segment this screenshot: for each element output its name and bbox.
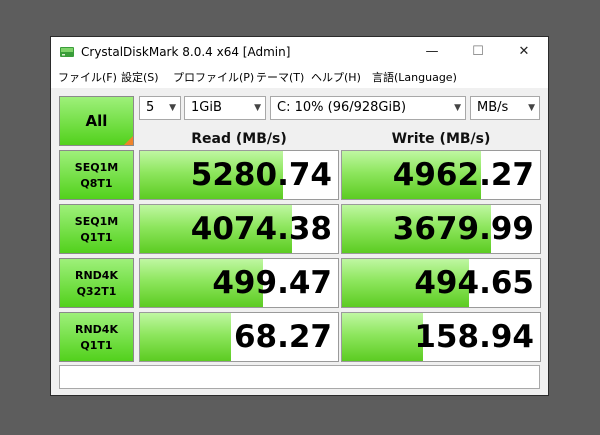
test-name: SEQ1M — [74, 215, 119, 228]
read-result-seq1m-q1t1: 4074.38 — [139, 204, 339, 254]
menu-settings[interactable]: 設定(S) — [121, 67, 159, 88]
test-size-select[interactable]: 1GiB ▼ — [184, 96, 266, 120]
write-result-seq1m-q8t1: 4962.27 — [341, 150, 541, 200]
menu-help[interactable]: ヘルプ(H) — [311, 67, 361, 88]
write-value: 4962.27 — [392, 157, 534, 193]
read-value: 499.47 — [212, 265, 332, 301]
title-bar[interactable]: CrystalDiskMark 8.0.4 x64 [Admin] — ☐ ✕ — [51, 37, 548, 67]
read-value: 68.27 — [233, 319, 332, 355]
read-result-rnd4k-q1t1: 68.27 — [139, 312, 339, 362]
all-button-label: All — [85, 112, 108, 130]
test-queue: Q8T1 — [80, 177, 113, 190]
write-column-header: Write (MB/s) — [391, 131, 491, 147]
test-seq1m-q1t1-button[interactable]: SEQ1M Q1T1 — [59, 204, 134, 254]
read-result-rnd4k-q32t1: 499.47 — [139, 258, 339, 308]
all-tests-button[interactable]: All — [59, 96, 134, 146]
chevron-down-icon: ▼ — [254, 103, 261, 113]
test-rnd4k-q32t1-button[interactable]: RND4K Q32T1 — [59, 258, 134, 308]
maximize-button[interactable]: ☐ — [455, 37, 501, 67]
write-result-rnd4k-q1t1: 158.94 — [341, 312, 541, 362]
minimize-button[interactable]: — — [409, 37, 455, 67]
menu-language[interactable]: 言語(Language) — [372, 67, 457, 88]
write-value: 158.94 — [414, 319, 534, 355]
read-column-header: Read (MB/s) — [191, 131, 287, 147]
unit-value: MB/s — [477, 100, 509, 115]
main-panel: All 5 ▼ 1GiB ▼ C: 10% (96/928GiB) ▼ MB/s… — [51, 88, 548, 395]
test-queue: Q32T1 — [76, 285, 117, 298]
crystaldiskmark-window: CrystalDiskMark 8.0.4 x64 [Admin] — ☐ ✕ … — [50, 36, 549, 396]
test-count-value: 5 — [146, 100, 155, 115]
test-count-select[interactable]: 5 ▼ — [139, 96, 181, 120]
menu-bar: ファイル(F) 設定(S) プロファイル(P) テーマ(T) ヘルプ(H) 言語… — [51, 67, 548, 88]
test-queue: Q1T1 — [80, 339, 113, 352]
drive-value: C: 10% (96/928GiB) — [277, 100, 407, 115]
write-result-rnd4k-q32t1: 494.65 — [341, 258, 541, 308]
test-name: RND4K — [75, 323, 118, 336]
write-result-seq1m-q1t1: 3679.99 — [341, 204, 541, 254]
read-value: 4074.38 — [190, 211, 332, 247]
test-name: RND4K — [75, 269, 118, 282]
write-value: 494.65 — [414, 265, 534, 301]
menu-theme[interactable]: テーマ(T) — [256, 67, 304, 88]
read-value: 5280.74 — [190, 157, 332, 193]
chevron-down-icon: ▼ — [169, 103, 176, 113]
app-disk-icon — [60, 47, 74, 57]
chevron-down-icon: ▼ — [454, 103, 461, 113]
read-result-seq1m-q8t1: 5280.74 — [139, 150, 339, 200]
test-seq1m-q8t1-button[interactable]: SEQ1M Q8T1 — [59, 150, 134, 200]
test-size-value: 1GiB — [191, 100, 222, 115]
close-button[interactable]: ✕ — [501, 37, 547, 67]
write-bar — [342, 313, 424, 361]
menu-file[interactable]: ファイル(F) — [58, 67, 117, 88]
unit-select[interactable]: MB/s ▼ — [470, 96, 540, 120]
test-queue: Q1T1 — [80, 231, 113, 244]
test-rnd4k-q1t1-button[interactable]: RND4K Q1T1 — [59, 312, 134, 362]
chevron-down-icon: ▼ — [528, 103, 535, 113]
window-title: CrystalDiskMark 8.0.4 x64 [Admin] — [81, 45, 291, 59]
comment-input[interactable] — [59, 365, 540, 389]
drive-select[interactable]: C: 10% (96/928GiB) ▼ — [270, 96, 466, 120]
test-name: SEQ1M — [74, 161, 119, 174]
write-value: 3679.99 — [392, 211, 534, 247]
read-bar — [140, 313, 232, 361]
corner-marker-icon — [124, 136, 133, 145]
menu-profile[interactable]: プロファイル(P) — [173, 67, 254, 88]
